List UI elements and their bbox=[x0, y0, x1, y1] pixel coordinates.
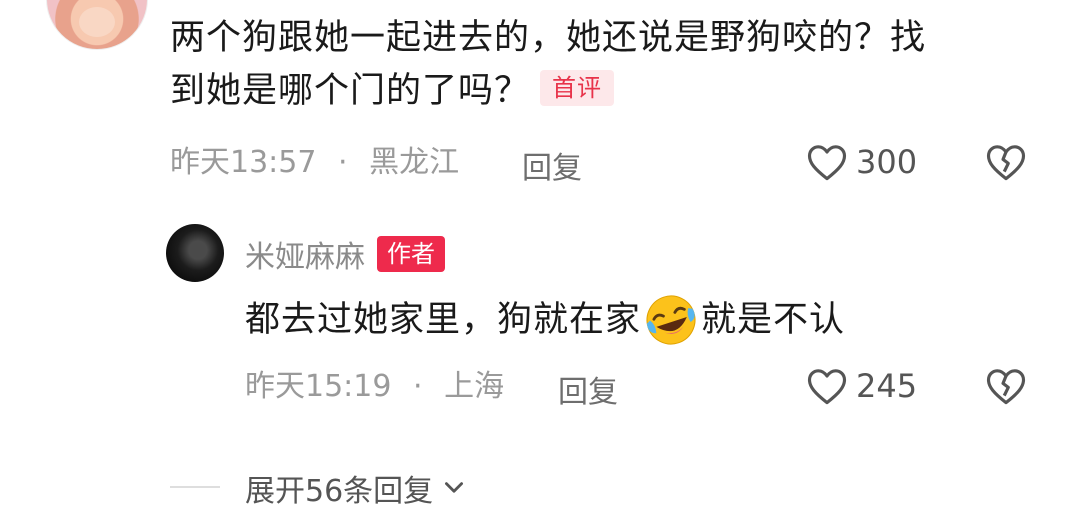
comment-time: 昨天13:57 bbox=[170, 145, 317, 180]
laughing-crying-emoji-icon bbox=[643, 292, 699, 348]
comment-meta: 昨天13:57 · 黑龙江 bbox=[170, 143, 459, 183]
like-count: 245 bbox=[856, 367, 918, 405]
comment-location: 黑龙江 bbox=[369, 145, 460, 180]
expand-replies-button[interactable]: 展开56条回复 bbox=[245, 466, 467, 510]
author-badge: 作者 bbox=[377, 236, 445, 272]
meta-separator: · bbox=[338, 145, 348, 180]
reply-meta: 昨天15:19 · 上海 bbox=[245, 367, 504, 407]
comment-line-2-text: 到她是哪个门的了吗？ bbox=[170, 71, 531, 111]
heart-icon bbox=[806, 142, 848, 182]
reply-time: 昨天15:19 bbox=[245, 369, 392, 404]
commenter-avatar[interactable] bbox=[46, 0, 148, 50]
meta-separator: · bbox=[413, 369, 423, 404]
reply-location: 上海 bbox=[444, 369, 505, 404]
comment-text: 两个狗跟她一起进去的，她还说是野狗咬的？找 到她是哪个门的了吗？ 首评 bbox=[170, 12, 1030, 118]
chevron-down-icon bbox=[441, 475, 467, 501]
reply-text-before: 都去过她家里，狗就在家 bbox=[245, 299, 642, 340]
like-button[interactable]: 300 bbox=[806, 142, 917, 182]
author-avatar[interactable] bbox=[166, 224, 224, 282]
comment-line-1: 两个狗跟她一起进去的，她还说是野狗咬的？找 bbox=[170, 18, 927, 58]
reply-text-after: 就是不认 bbox=[701, 299, 846, 340]
heart-icon bbox=[806, 366, 848, 406]
author-username[interactable]: 米娅麻麻 bbox=[245, 232, 365, 276]
reply-button[interactable]: 回复 bbox=[558, 367, 618, 411]
reply-header: 米娅麻麻 作者 bbox=[245, 232, 445, 276]
like-button[interactable]: 245 bbox=[806, 366, 917, 406]
like-count: 300 bbox=[856, 143, 918, 181]
reply-button[interactable]: 回复 bbox=[522, 143, 582, 187]
avatar-face bbox=[79, 7, 115, 37]
comment-line-2: 到她是哪个门的了吗？ 首评 bbox=[170, 65, 1030, 118]
reply-text: 都去过她家里，狗就在家 就是不认 bbox=[245, 292, 845, 348]
expand-replies-label: 展开56条回复 bbox=[245, 474, 434, 509]
dislike-broken-heart-icon[interactable] bbox=[985, 142, 1027, 182]
dislike-broken-heart-icon[interactable] bbox=[985, 366, 1027, 406]
expand-divider bbox=[170, 486, 220, 488]
first-comment-badge: 首评 bbox=[540, 70, 615, 106]
